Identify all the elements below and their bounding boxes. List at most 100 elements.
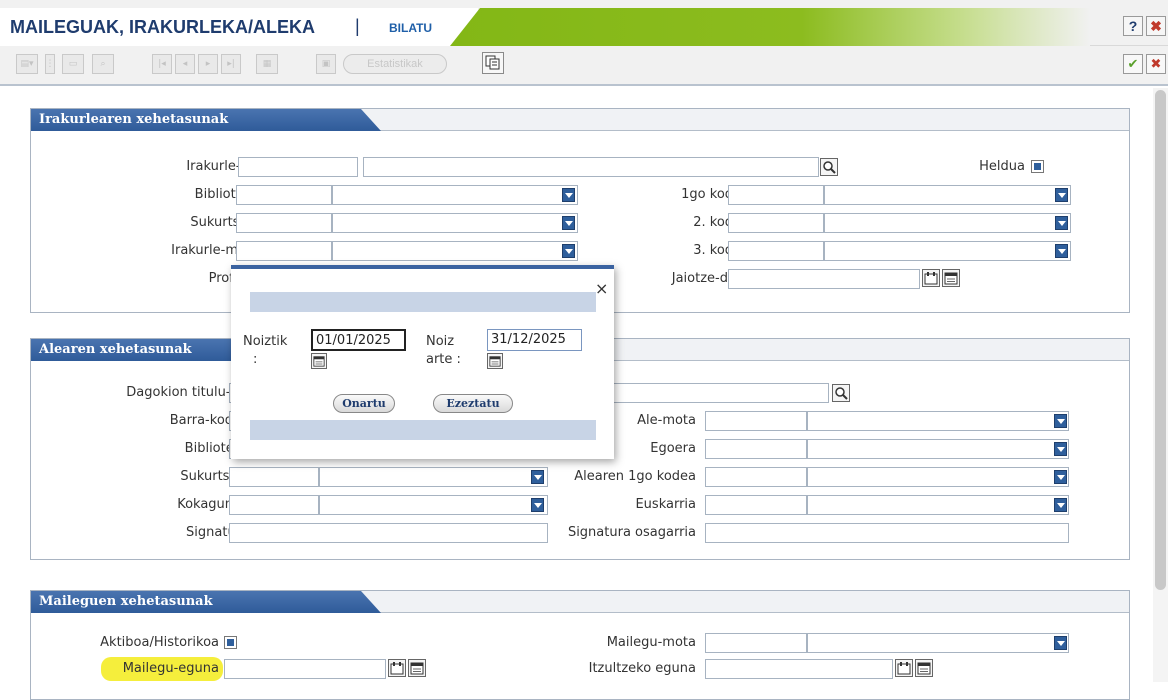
code2-select[interactable] xyxy=(824,213,1071,233)
accept-check-icon[interactable]: ✔ xyxy=(1123,54,1143,74)
search-icon[interactable] xyxy=(832,384,850,402)
reader-type-code-input[interactable] xyxy=(236,241,332,261)
chevron-down-icon[interactable] xyxy=(1055,216,1068,230)
chevron-down-icon[interactable] xyxy=(1054,414,1067,428)
close-window-button[interactable]: ✖ xyxy=(1146,16,1166,36)
statistics-button[interactable]: Estatistikak xyxy=(343,54,447,74)
branch-code-input[interactable] xyxy=(236,213,332,233)
chevron-down-icon[interactable] xyxy=(531,470,544,484)
reader-name-input[interactable] xyxy=(363,157,819,177)
adult-label: Heldua xyxy=(979,159,1025,174)
code1-input[interactable] xyxy=(728,185,824,205)
last-record-icon[interactable]: ▸| xyxy=(221,54,241,74)
close-icon[interactable]: × xyxy=(595,279,608,298)
medium-code-input[interactable] xyxy=(705,495,807,515)
status-label: Egoera xyxy=(650,441,696,456)
extra-signature-label: Signatura osagarria xyxy=(567,525,696,540)
return-day-input[interactable] xyxy=(705,659,893,679)
to-date-input[interactable]: 31/12/2025 xyxy=(487,329,582,351)
chevron-down-icon[interactable] xyxy=(1054,470,1067,484)
active-history-checkbox[interactable] xyxy=(224,636,237,649)
copy-code1-input[interactable] xyxy=(705,467,807,487)
reader-section-title: Irakurlearen xehetasunak xyxy=(31,109,381,131)
code1-select[interactable] xyxy=(824,185,1071,205)
search-icon[interactable]: ⌕ xyxy=(92,54,114,74)
chevron-down-icon[interactable] xyxy=(562,188,575,202)
copy-branch-code-input[interactable] xyxy=(229,467,319,487)
loan-section-header: Maileguen xehetasunak xyxy=(31,591,1129,613)
window-mode: BILATU xyxy=(389,21,433,35)
cancel-icon[interactable]: ✖ xyxy=(1146,54,1166,74)
loan-section-title: Maileguen xehetasunak xyxy=(31,591,381,613)
cancel-button[interactable]: Ezeztatu xyxy=(433,394,513,413)
date-range-icon[interactable] xyxy=(388,659,406,677)
loan-day-input[interactable] xyxy=(224,659,386,679)
status-code-input[interactable] xyxy=(705,439,807,459)
chevron-down-icon[interactable] xyxy=(1054,442,1067,456)
scrollbar-thumb[interactable] xyxy=(1155,90,1166,590)
calendar-icon[interactable] xyxy=(408,659,426,677)
active-history-label: Aktiboa/Historikoa xyxy=(100,635,219,650)
chevron-down-icon[interactable] xyxy=(1055,244,1068,258)
medium-select[interactable] xyxy=(807,495,1069,515)
dialog-header-band xyxy=(250,292,596,312)
edit-icon[interactable]: ▭ xyxy=(62,54,84,74)
from-label: Noiztik xyxy=(243,334,288,349)
ok-button[interactable]: Onartu xyxy=(333,394,395,413)
grid-view-icon[interactable]: ▦ xyxy=(256,54,278,74)
copy-code1-select[interactable] xyxy=(807,467,1069,487)
search-icon[interactable] xyxy=(820,158,838,176)
help-button[interactable]: ? xyxy=(1123,16,1143,36)
from-colon: : xyxy=(253,352,258,367)
library-select[interactable] xyxy=(332,185,578,205)
date-range-icon[interactable] xyxy=(895,659,913,677)
code3-input[interactable] xyxy=(728,241,824,261)
copy-type-code-input[interactable] xyxy=(705,411,807,431)
calendar-icon[interactable] xyxy=(942,269,960,287)
menu-dropdown-icon[interactable]: ▤▾ xyxy=(16,54,38,74)
chevron-down-icon[interactable] xyxy=(562,244,575,258)
loan-type-label: Mailegu-mota xyxy=(606,635,696,650)
extra-signature-input[interactable] xyxy=(705,523,1069,543)
copy-type-select[interactable] xyxy=(807,411,1069,431)
code2-input[interactable] xyxy=(728,213,824,233)
chevron-down-icon[interactable] xyxy=(562,216,575,230)
calendar-icon[interactable] xyxy=(915,659,933,677)
chevron-down-icon[interactable] xyxy=(1054,636,1067,650)
adult-checkbox[interactable] xyxy=(1031,160,1044,173)
calendar-icon[interactable] xyxy=(311,353,327,369)
reader-no-input[interactable] xyxy=(238,157,358,177)
window-title: MAILEGUAK, IRAKURLEKA/ALEKA xyxy=(10,17,315,37)
loan-day-label: Mailegu-eguna xyxy=(122,661,219,676)
location-code-input[interactable] xyxy=(229,495,319,515)
print-icon[interactable]: ▣ xyxy=(316,54,336,74)
reader-type-select[interactable] xyxy=(332,241,578,261)
toolbar: ▤▾ ⋮ ▭ ⌕ |◂ ◂ ▸ ▸| ▦ ▣ Estatistikak ✔ ✖ xyxy=(0,46,1168,86)
first-record-icon[interactable]: |◂ xyxy=(152,54,172,74)
library-code-input[interactable] xyxy=(236,185,332,205)
calendar-icon[interactable] xyxy=(487,353,503,369)
previous-record-icon[interactable]: ◂ xyxy=(175,54,195,74)
chevron-down-icon[interactable] xyxy=(1055,188,1068,202)
loan-type-select[interactable] xyxy=(807,633,1069,653)
date-range-icon[interactable] xyxy=(922,269,940,287)
next-record-icon[interactable]: ▸ xyxy=(198,54,218,74)
date-range-dialog: × Noiztik : 01/01/2025 Noiz arte : 31/12… xyxy=(231,265,614,459)
copy-icon[interactable] xyxy=(482,52,504,74)
dialog-footer-band xyxy=(250,420,596,440)
chevron-down-icon[interactable] xyxy=(1054,498,1067,512)
birth-date-input[interactable] xyxy=(728,269,920,289)
loan-type-code-input[interactable] xyxy=(705,633,807,653)
copy-type-label: Ale-mota xyxy=(637,413,696,428)
title-accent-band xyxy=(450,8,1090,46)
from-date-input[interactable]: 01/01/2025 xyxy=(311,329,406,351)
status-select[interactable] xyxy=(807,439,1069,459)
loan-section: Maileguen xehetasunak Aktiboa/Historikoa… xyxy=(30,590,1130,700)
branch-select[interactable] xyxy=(332,213,578,233)
copy-branch-select[interactable] xyxy=(319,467,548,487)
location-select[interactable] xyxy=(319,495,548,515)
copy-code1-label: Alearen 1go kodea xyxy=(574,469,696,484)
chevron-down-icon[interactable] xyxy=(531,498,544,512)
signature-input[interactable] xyxy=(229,523,548,543)
code3-select[interactable] xyxy=(824,241,1071,261)
